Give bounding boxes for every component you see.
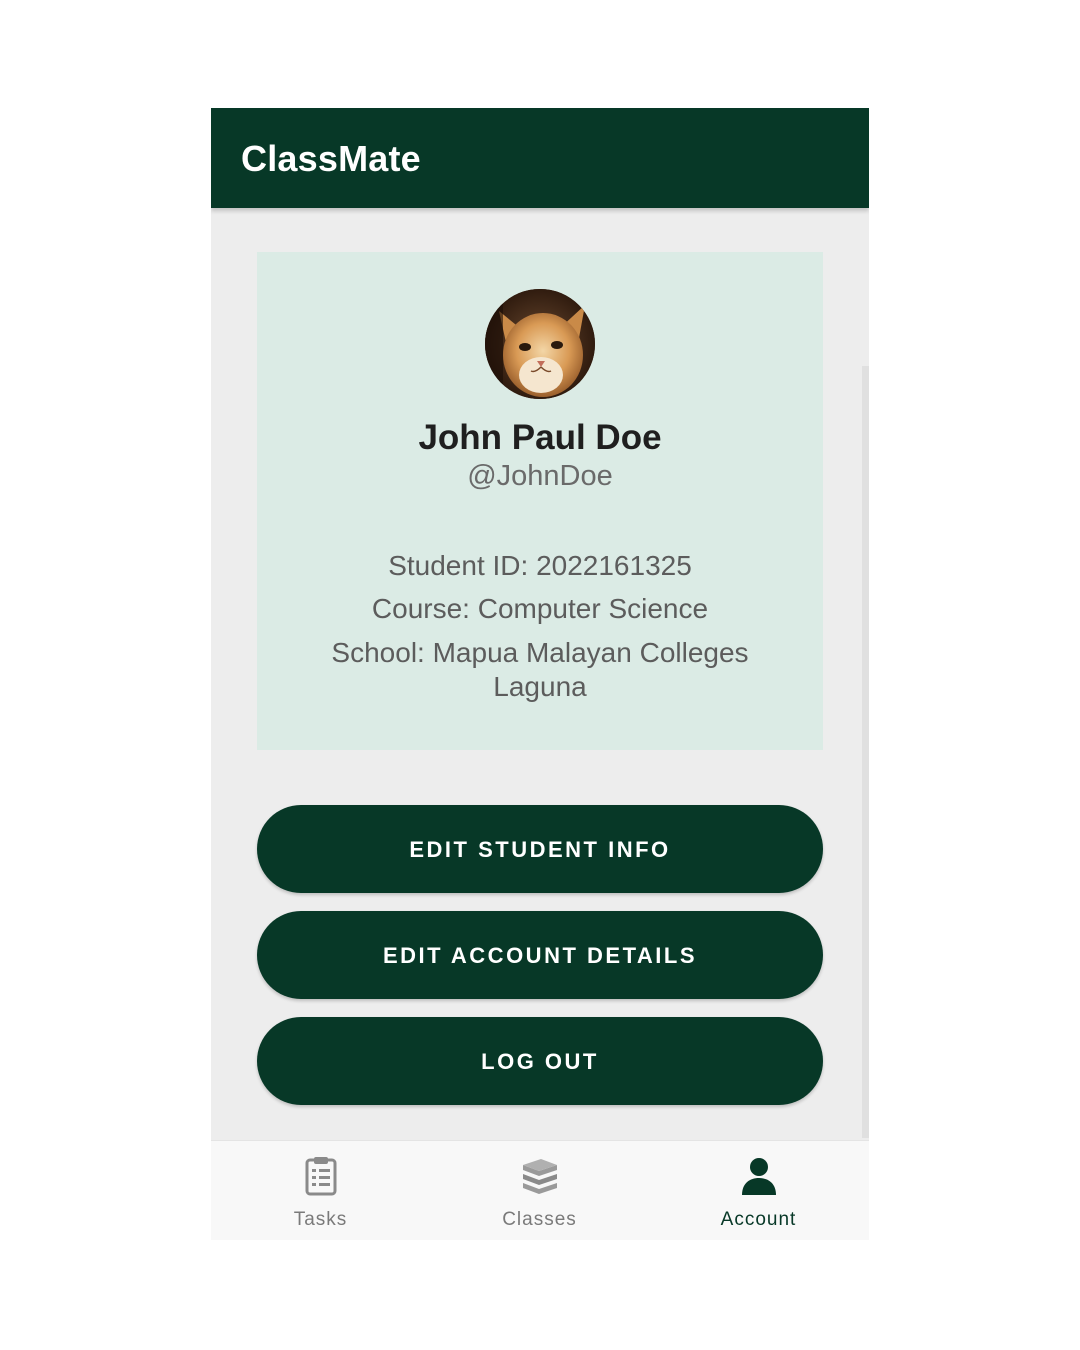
username: @JohnDoe	[467, 460, 613, 492]
nav-item-tasks[interactable]: Tasks	[211, 1141, 430, 1240]
app-screen: ClassMate John Paul Doe @JohnDoe Student…	[211, 108, 869, 1240]
person-icon	[742, 1158, 776, 1195]
nav-label-tasks: Tasks	[293, 1209, 348, 1230]
nav-label-classes: Classes	[502, 1209, 577, 1230]
nav-label-account: Account	[720, 1209, 797, 1230]
course: Course: Computer Science	[371, 593, 709, 624]
bottom-navigation: Tasks Classes Account	[211, 1140, 869, 1240]
books-stack-icon	[523, 1159, 557, 1194]
edit-account-details-button[interactable]: EDIT ACCOUNT DETAILS	[257, 911, 823, 999]
student-id: Student ID: 2022161325	[388, 550, 692, 581]
log-out-button[interactable]: LOG OUT	[257, 1017, 823, 1105]
nav-item-account[interactable]: Account	[649, 1141, 868, 1240]
scrollbar[interactable]	[862, 366, 869, 1138]
app-bar: ClassMate	[211, 108, 869, 208]
app-title: ClassMate	[241, 138, 421, 179]
profile-card: John Paul Doe @JohnDoe Student ID: 20221…	[257, 252, 823, 750]
cat-avatar-image	[485, 289, 595, 399]
nav-item-classes[interactable]: Classes	[430, 1141, 649, 1240]
full-name: John Paul Doe	[418, 418, 662, 457]
clipboard-icon	[305, 1157, 337, 1196]
avatar	[485, 289, 595, 399]
edit-student-info-button[interactable]: EDIT STUDENT INFO	[257, 805, 823, 893]
school: School: Mapua Malayan Colleges Laguna	[331, 637, 749, 702]
